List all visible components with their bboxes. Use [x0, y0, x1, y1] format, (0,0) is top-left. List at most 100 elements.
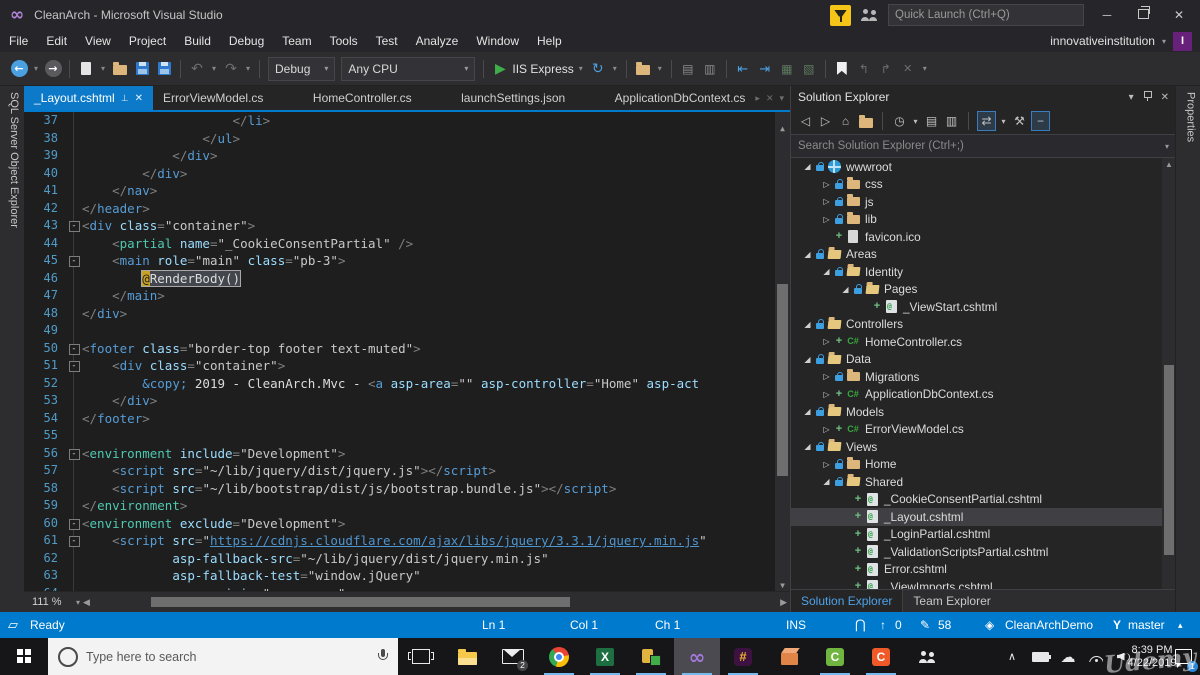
- sql-server-object-explorer-tab[interactable]: SQL Server Object Explorer: [4, 92, 20, 228]
- menu-item-test[interactable]: Test: [367, 34, 407, 48]
- pushes-count[interactable]: 0: [895, 612, 902, 638]
- collapsed-arrow-icon[interactable]: ▷: [820, 460, 833, 469]
- menu-item-window[interactable]: Window: [467, 34, 528, 48]
- tree-item-_layout.cshtml[interactable]: + _Layout.cshtml: [791, 508, 1176, 526]
- taskbar-clock[interactable]: 8:39 PM 4/22/2019: [1128, 638, 1177, 675]
- new-project-icon[interactable]: [76, 58, 96, 80]
- forward-icon[interactable]: ▷: [817, 112, 834, 130]
- menu-item-file[interactable]: File: [0, 34, 37, 48]
- avatar[interactable]: I: [1173, 31, 1192, 51]
- repo-name[interactable]: CleanArchDemo: [1005, 612, 1093, 638]
- properties-page-icon[interactable]: ▤: [923, 112, 940, 130]
- previous-bookmark-icon[interactable]: ↰: [854, 58, 874, 80]
- minimize-button[interactable]: ─: [1094, 8, 1120, 22]
- taskbar-app-camtasia-recorder[interactable]: C: [858, 638, 904, 675]
- tray-battery[interactable]: [1026, 638, 1054, 675]
- pin-icon[interactable]: ⊥: [121, 93, 129, 104]
- quick-launch-input[interactable]: Quick Launch (Ctrl+Q): [888, 4, 1084, 26]
- attach-icon[interactable]: ▤: [678, 58, 698, 80]
- taskbar-app-file-explorer[interactable]: [444, 638, 490, 675]
- taskbar-app-chrome[interactable]: [536, 638, 582, 675]
- taskbar-app-task-view[interactable]: [398, 638, 444, 675]
- panel-tab-solution-explorer[interactable]: Solution Explorer: [791, 590, 904, 612]
- editor-horizontal-scrollbar[interactable]: [96, 596, 774, 608]
- expanded-arrow-icon[interactable]: ◢: [801, 320, 814, 329]
- fold-collapse-icon[interactable]: -: [68, 221, 80, 232]
- tree-item-lib[interactable]: ▷ lib: [791, 211, 1176, 229]
- debug-configuration-select[interactable]: Debug ▾: [268, 56, 336, 81]
- tree-item-models[interactable]: ◢ Models: [791, 403, 1176, 421]
- collapsed-arrow-icon[interactable]: ▷: [820, 197, 833, 206]
- promote-tab-icon[interactable]: ▸: [755, 93, 760, 104]
- expanded-arrow-icon[interactable]: ◢: [801, 442, 814, 451]
- tree-item-identity[interactable]: ◢ Identity: [791, 263, 1176, 281]
- collapsed-arrow-icon[interactable]: ▷: [820, 180, 833, 189]
- fold-collapse-icon[interactable]: -: [68, 256, 80, 267]
- pending-edits-icon[interactable]: ✎: [920, 612, 930, 638]
- taskbar-app-people[interactable]: [904, 638, 950, 675]
- menu-item-debug[interactable]: Debug: [220, 34, 273, 48]
- undo-icon[interactable]: ↶: [187, 58, 207, 80]
- properties-tab[interactable]: Properties: [1181, 92, 1197, 142]
- tab-_layout.cshtml[interactable]: _Layout.cshtml ⊥ ✕: [24, 86, 153, 110]
- expanded-arrow-icon[interactable]: ◢: [801, 407, 814, 416]
- close-tab-icon[interactable]: ✕: [135, 93, 143, 104]
- share-icon[interactable]: [861, 9, 878, 21]
- tree-item-_validationscriptspartial.cshtml[interactable]: + _ValidationScriptsPartial.cshtml: [791, 543, 1176, 561]
- close-button[interactable]: ✕: [1166, 8, 1192, 22]
- tree-item-applicationdbcontext.cs[interactable]: ▷ + C# ApplicationDbContext.cs: [791, 386, 1176, 404]
- pending-changes-icon[interactable]: ◷: [891, 112, 908, 130]
- tree-item-js[interactable]: ▷ js: [791, 193, 1176, 211]
- panel-dropdown-icon[interactable]: ▾: [1129, 92, 1134, 103]
- hscroll-right-icon[interactable]: ▶: [777, 597, 790, 608]
- search-dropdown-icon[interactable]: ▾: [1165, 142, 1169, 151]
- menu-item-analyze[interactable]: Analyze: [407, 34, 468, 48]
- tab-errorviewmodel.cs[interactable]: ErrorViewModel.cs: [153, 86, 273, 110]
- pin-icon[interactable]: [1143, 90, 1152, 104]
- expanded-arrow-icon[interactable]: ◢: [820, 477, 833, 486]
- tray-chevron[interactable]: ∧: [998, 638, 1026, 675]
- panel-tab-team-explorer[interactable]: Team Explorer: [903, 590, 1000, 612]
- account-dropdown-icon[interactable]: ▾: [1162, 37, 1166, 46]
- collapse-all-icon[interactable]: −: [1031, 111, 1050, 131]
- tree-item-css[interactable]: ▷ css: [791, 176, 1176, 194]
- tree-item-data[interactable]: ◢ Data: [791, 351, 1176, 369]
- tray-onedrive[interactable]: ☁: [1054, 638, 1082, 675]
- restore-button[interactable]: [1130, 6, 1156, 22]
- fold-collapse-icon[interactable]: -: [68, 536, 80, 547]
- tree-item-wwwroot[interactable]: ◢ wwwroot: [791, 158, 1176, 176]
- run-target-label[interactable]: IIS Express: [512, 58, 573, 80]
- solution-explorer-search-input[interactable]: Search Solution Explorer (Ctrl+;) ▾: [791, 135, 1176, 158]
- clear-bookmarks-icon[interactable]: ✕: [898, 58, 918, 80]
- refresh-icon[interactable]: ↻: [588, 58, 608, 80]
- undo-dropdown-icon[interactable]: ▾: [209, 58, 219, 80]
- tree-item-areas[interactable]: ◢ Areas: [791, 246, 1176, 264]
- menu-item-view[interactable]: View: [76, 34, 120, 48]
- refresh-dropdown-icon[interactable]: ▾: [610, 58, 620, 80]
- tree-item-_loginpartial.cshtml[interactable]: + _LoginPartial.cshtml: [791, 526, 1176, 544]
- tree-item-errorviewmodel.cs[interactable]: ▷ + C# ErrorViewModel.cs: [791, 421, 1176, 439]
- back-icon[interactable]: ◁: [797, 112, 814, 130]
- pushes-icon[interactable]: ↑: [880, 612, 886, 638]
- taskbar-app-mail[interactable]: 2: [490, 638, 536, 675]
- dropdown-icon[interactable]: ▾: [999, 112, 1008, 130]
- taskbar-app-camtasia[interactable]: C: [812, 638, 858, 675]
- tree-item-shared[interactable]: ◢ Shared: [791, 473, 1176, 491]
- hscroll-left-icon[interactable]: ◀: [80, 597, 93, 608]
- menu-item-team[interactable]: Team: [273, 34, 320, 48]
- taskbar-app-slack[interactable]: #: [720, 638, 766, 675]
- taskbar-search-input[interactable]: Type here to search: [48, 638, 398, 675]
- bookmark-dropdown-icon[interactable]: ▾: [920, 58, 930, 80]
- collapsed-arrow-icon[interactable]: ▷: [820, 372, 833, 381]
- scroll-up-icon[interactable]: ▲: [1162, 160, 1176, 169]
- navigate-back-dropdown-icon[interactable]: ▾: [31, 58, 41, 80]
- open-file-icon[interactable]: [110, 58, 130, 80]
- decrease-indent-icon[interactable]: ⇤: [733, 58, 753, 80]
- tree-item-home[interactable]: ▷ Home: [791, 456, 1176, 474]
- tray-wifi[interactable]: [1082, 638, 1110, 675]
- tree-item-error.cshtml[interactable]: + Error.cshtml: [791, 561, 1176, 579]
- collapsed-arrow-icon[interactable]: ▷: [820, 425, 833, 434]
- save-icon[interactable]: [132, 58, 152, 80]
- action-center-button[interactable]: 1: [1166, 638, 1200, 675]
- save-all-icon[interactable]: [154, 58, 174, 80]
